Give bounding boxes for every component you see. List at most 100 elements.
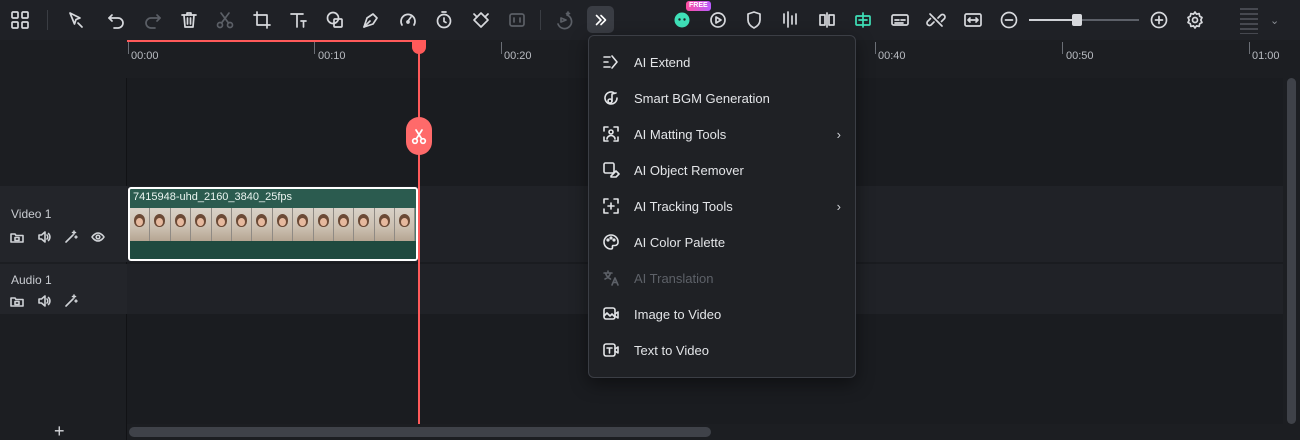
settings-gear-icon[interactable]: [1182, 7, 1208, 33]
detach-link-icon[interactable]: [923, 7, 949, 33]
clip-thumbnail-frame: [293, 208, 314, 241]
playhead[interactable]: [418, 42, 420, 424]
toolbar: FREE ⌄: [0, 0, 1300, 40]
clip-thumbnail-frame: [333, 208, 355, 241]
clip-thumbnail-frame: [191, 208, 212, 241]
speaker-icon[interactable]: [35, 228, 53, 246]
layout-grid-icon[interactable]: [7, 7, 33, 33]
zoom-out-icon[interactable]: [996, 7, 1022, 33]
zoom-slider[interactable]: [1029, 14, 1139, 26]
submenu-arrow-icon: ›: [836, 198, 841, 214]
ruler-tick: [314, 42, 315, 54]
person-frame-icon: [601, 124, 621, 144]
freeze-frame-icon[interactable]: [504, 7, 530, 33]
vertical-scrollbar[interactable]: [1283, 78, 1300, 424]
select-tool-icon[interactable]: [63, 7, 89, 33]
menu-item-label: AI Extend: [634, 54, 691, 70]
timer-icon[interactable]: [431, 7, 457, 33]
magic-wand-icon[interactable]: [62, 228, 80, 246]
clip-thumbnail-frame: [211, 208, 232, 241]
smart-cutout-icon[interactable]: [850, 7, 876, 33]
mirror-icon[interactable]: [814, 7, 840, 33]
zoom-slider-fill: [1029, 19, 1078, 21]
shape-icon[interactable]: [322, 7, 348, 33]
clip-thumbnail-frame: [313, 208, 334, 241]
menu-item-smart-bgm-generation[interactable]: Smart BGM Generation: [589, 80, 855, 116]
ruler-tick: [875, 42, 876, 54]
submenu-arrow-icon: ›: [836, 126, 841, 142]
menu-item-ai-extend[interactable]: AI Extend: [589, 44, 855, 80]
menu-item-label: AI Matting Tools: [634, 126, 727, 142]
ruler-tick: [1062, 42, 1063, 54]
clip-thumbnail-frame: [130, 208, 151, 241]
video-track-name: Video 1: [11, 207, 52, 221]
eraser-icon: [601, 160, 621, 180]
redo-icon[interactable]: [140, 7, 166, 33]
menu-item-label: Text to Video: [634, 342, 709, 358]
magic-wand-icon[interactable]: [62, 292, 80, 310]
ruler-label: 00:50: [1066, 50, 1094, 62]
double-chevron-right-icon: [595, 14, 606, 25]
menu-item-label: AI Translation: [634, 270, 714, 286]
more-tools-button[interactable]: [587, 6, 614, 33]
menu-item-ai-tracking-tools[interactable]: AI Tracking Tools ›: [589, 188, 855, 224]
keyframe-icon[interactable]: [468, 7, 494, 33]
clip-thumbnail-frame: [395, 208, 416, 241]
auto-highlight-icon[interactable]: [705, 7, 731, 33]
ruler-tick: [1249, 42, 1250, 54]
menu-item-label: Smart BGM Generation: [634, 90, 770, 106]
toolbar-expand-caret-icon[interactable]: ⌄: [1270, 14, 1279, 27]
cut-icon[interactable]: [212, 7, 238, 33]
music-note-icon: [601, 88, 621, 108]
video-clip[interactable]: 7415948-uhd_2160_3840_25fps: [128, 187, 418, 261]
clip-thumbnail-frame: [374, 208, 396, 241]
menu-item-label: Image to Video: [634, 306, 722, 322]
text-icon[interactable]: [285, 7, 311, 33]
clip-thumbnail-frame: [252, 208, 273, 241]
audio-stretch-icon[interactable]: [777, 7, 803, 33]
playhead-handle[interactable]: [412, 40, 426, 54]
zoom-slider-thumb[interactable]: [1072, 14, 1083, 26]
menu-item-ai-color-palette[interactable]: AI Color Palette: [589, 224, 855, 260]
vertical-scrollbar-thumb[interactable]: [1287, 78, 1296, 424]
zoom-in-icon[interactable]: [1146, 7, 1172, 33]
subtitle-icon[interactable]: [887, 7, 913, 33]
split-clip-button[interactable]: [406, 117, 432, 155]
horizontal-scrollbar-thumb[interactable]: [129, 427, 711, 437]
panel-grip-icon[interactable]: [1240, 8, 1258, 34]
mask-shield-icon[interactable]: [741, 7, 767, 33]
speaker-icon[interactable]: [35, 292, 53, 310]
toolbar-divider: [540, 10, 541, 30]
ruler-label: 00:10: [318, 50, 346, 62]
menu-item-ai-translation: AI Translation: [589, 260, 855, 296]
menu-item-ai-matting-tools[interactable]: AI Matting Tools ›: [589, 116, 855, 152]
horizontal-scrollbar[interactable]: [127, 424, 1283, 440]
folder-lock-icon[interactable]: [8, 228, 26, 246]
ruler-tick: [128, 42, 129, 54]
clip-audio-strip: [130, 241, 416, 259]
fit-timeline-icon[interactable]: [960, 7, 986, 33]
audio-track-controls: [8, 292, 80, 310]
ruler-label: 01:00: [1252, 50, 1280, 62]
menu-item-label: AI Object Remover: [634, 162, 744, 178]
eye-icon[interactable]: [89, 228, 107, 246]
crop-icon[interactable]: [249, 7, 275, 33]
folder-lock-icon[interactable]: [8, 292, 26, 310]
speed-icon[interactable]: [395, 7, 421, 33]
track-header-panel: Video 1 Audio 1 +: [0, 78, 127, 440]
toolbar-divider: [47, 10, 48, 30]
menu-item-text-to-video[interactable]: Text to Video: [589, 332, 855, 368]
clip-title: 7415948-uhd_2160_3840_25fps: [133, 191, 293, 203]
menu-item-ai-object-remover[interactable]: AI Object Remover: [589, 152, 855, 188]
scissors-icon: [411, 129, 427, 145]
menu-item-label: AI Color Palette: [634, 234, 726, 250]
menu-item-image-to-video[interactable]: Image to Video: [589, 296, 855, 332]
ruler-label: 00:40: [878, 50, 906, 62]
tracking-icon: [601, 196, 621, 216]
ai-effect-icon[interactable]: [550, 7, 576, 33]
add-track-button[interactable]: +: [54, 421, 65, 440]
played-range-indicator: [127, 40, 419, 42]
pen-tool-icon[interactable]: [358, 7, 384, 33]
undo-icon[interactable]: [103, 7, 129, 33]
delete-icon[interactable]: [176, 7, 202, 33]
